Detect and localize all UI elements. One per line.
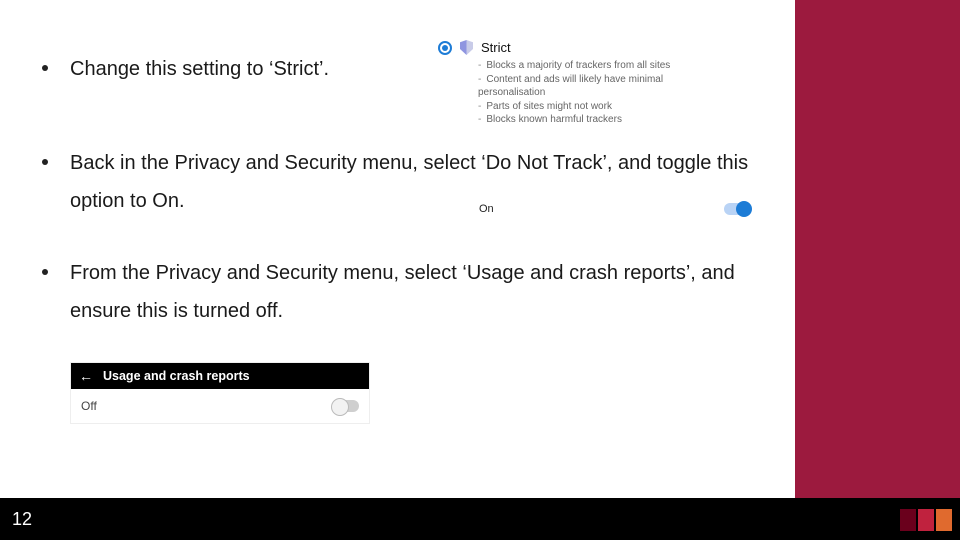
logo-block-icon (918, 509, 934, 531)
bottom-bar (0, 498, 960, 540)
usage-header-title: Usage and crash reports (103, 369, 250, 383)
toggle-label: On (479, 203, 494, 215)
strict-line: Content and ads will likely have minimal… (478, 73, 718, 100)
strict-line: Blocks known harmful trackers (478, 113, 718, 127)
toggle-on-icon (724, 203, 750, 215)
bullet-text: From the Privacy and Security menu, sele… (70, 254, 762, 330)
bullet-dot-icon (42, 65, 48, 71)
right-accent-band (795, 0, 960, 540)
strict-description-list: Blocks a majority of trackers from all s… (478, 59, 718, 127)
page-number: 12 (12, 509, 32, 530)
back-arrow-icon: ← (79, 369, 93, 383)
screenshot-do-not-track-toggle: On (477, 198, 752, 220)
shield-icon (460, 40, 473, 55)
bullet-dot-icon (42, 159, 48, 165)
usage-header-bar: ← Usage and crash reports (71, 363, 369, 389)
strict-line: Blocks a majority of trackers from all s… (478, 59, 718, 73)
bullet-item: From the Privacy and Security menu, sele… (42, 254, 762, 330)
bullet-dot-icon (42, 269, 48, 275)
radio-selected-icon (438, 41, 452, 55)
logo-block-icon (900, 509, 916, 531)
strict-title: Strict (481, 40, 511, 55)
usage-toggle-label: Off (81, 399, 97, 413)
slide: Change this setting to ‘Strict’. Back in… (0, 0, 960, 540)
toggle-off-icon (333, 400, 359, 412)
logo-block-icon (936, 509, 952, 531)
strict-line: Parts of sites might not work (478, 100, 718, 114)
screenshot-usage-crash-reports: ← Usage and crash reports Off (70, 362, 370, 424)
screenshot-strict-option: Strict Blocks a majority of trackers fro… (438, 40, 718, 127)
corner-logo (900, 509, 952, 531)
